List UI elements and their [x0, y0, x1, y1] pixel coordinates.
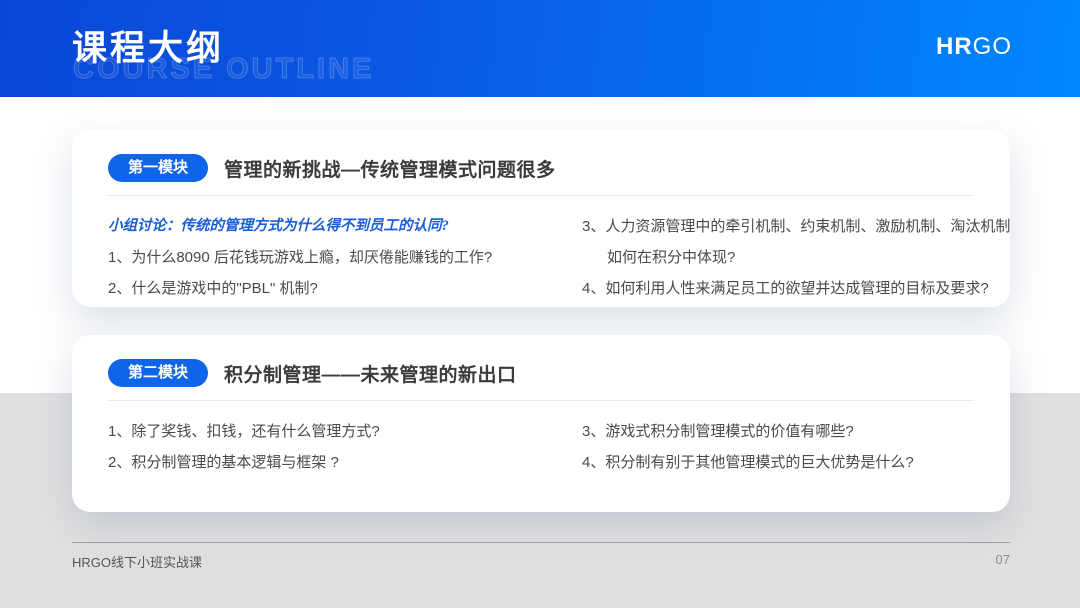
outline-item: 2、什么是游戏中的"PBL" 机制?: [108, 273, 582, 304]
brand-logo-light: GO: [973, 33, 1012, 60]
outline-item: 2、积分制管理的基本逻辑与框架 ?: [108, 447, 582, 478]
outline-item: 4、积分制有别于其他管理模式的巨大优势是什么?: [582, 447, 974, 478]
module-2-header: 第二模块 积分制管理——未来管理的新出口: [108, 359, 974, 387]
outline-item: 4、如何利用人性来满足员工的欲望并达成管理的目标及要求?: [582, 273, 1010, 304]
module-2-left-column: 1、除了奖钱、扣钱，还有什么管理方式? 2、积分制管理的基本逻辑与框架 ?: [108, 416, 582, 478]
outline-item-continuation: 如何在积分中体现?: [582, 242, 1010, 273]
outline-item: 1、除了奖钱、扣钱，还有什么管理方式?: [108, 416, 582, 447]
module-2-title: 积分制管理——未来管理的新出口: [224, 360, 517, 387]
header-banner: COURSE OUTLINE 课程大纲 HRGO: [0, 0, 1080, 97]
module-1-body: 小组讨论：传统的管理方式为什么得不到员工的认同? 1、为什么8090 后花钱玩游…: [108, 211, 974, 304]
module-1-left-column: 小组讨论：传统的管理方式为什么得不到员工的认同? 1、为什么8090 后花钱玩游…: [108, 211, 582, 304]
footer-course-name: HRGO线下小班实战课: [72, 552, 202, 571]
module-card-2: 第二模块 积分制管理——未来管理的新出口 1、除了奖钱、扣钱，还有什么管理方式?…: [72, 335, 1010, 512]
slide: COURSE OUTLINE 课程大纲 HRGO 第一模块 管理的新挑战—传统管…: [0, 0, 1080, 608]
module-1-right-column: 3、人力资源管理中的牵引机制、约束机制、激励机制、淘汰机制 如何在积分中体现? …: [582, 211, 1010, 304]
module-2-body: 1、除了奖钱、扣钱，还有什么管理方式? 2、积分制管理的基本逻辑与框架 ? 3、…: [108, 416, 974, 478]
module-2-divider: [108, 400, 974, 401]
module-1-title: 管理的新挑战—传统管理模式问题很多: [224, 155, 556, 182]
module-1-badge: 第一模块: [108, 154, 208, 182]
brand-logo: HRGO: [936, 33, 1012, 61]
page-title: 课程大纲: [72, 20, 224, 71]
module-2-badge: 第二模块: [108, 359, 208, 387]
module-1-divider: [108, 195, 974, 196]
module-2-right-column: 3、游戏式积分制管理模式的价值有哪些? 4、积分制有别于其他管理模式的巨大优势是…: [582, 416, 974, 478]
outline-item: 3、游戏式积分制管理模式的价值有哪些?: [582, 416, 974, 447]
discussion-question: 小组讨论：传统的管理方式为什么得不到员工的认同?: [108, 211, 582, 242]
footer-page-number: 07: [996, 552, 1010, 567]
module-card-1: 第一模块 管理的新挑战—传统管理模式问题很多 小组讨论：传统的管理方式为什么得不…: [72, 130, 1010, 307]
outline-item: 1、为什么8090 后花钱玩游戏上瘾，却厌倦能赚钱的工作?: [108, 242, 582, 273]
module-1-header: 第一模块 管理的新挑战—传统管理模式问题很多: [108, 154, 974, 182]
brand-logo-bold: HR: [936, 33, 973, 60]
footer-divider: [72, 542, 1010, 543]
outline-item: 3、人力资源管理中的牵引机制、约束机制、激励机制、淘汰机制: [582, 211, 1010, 242]
